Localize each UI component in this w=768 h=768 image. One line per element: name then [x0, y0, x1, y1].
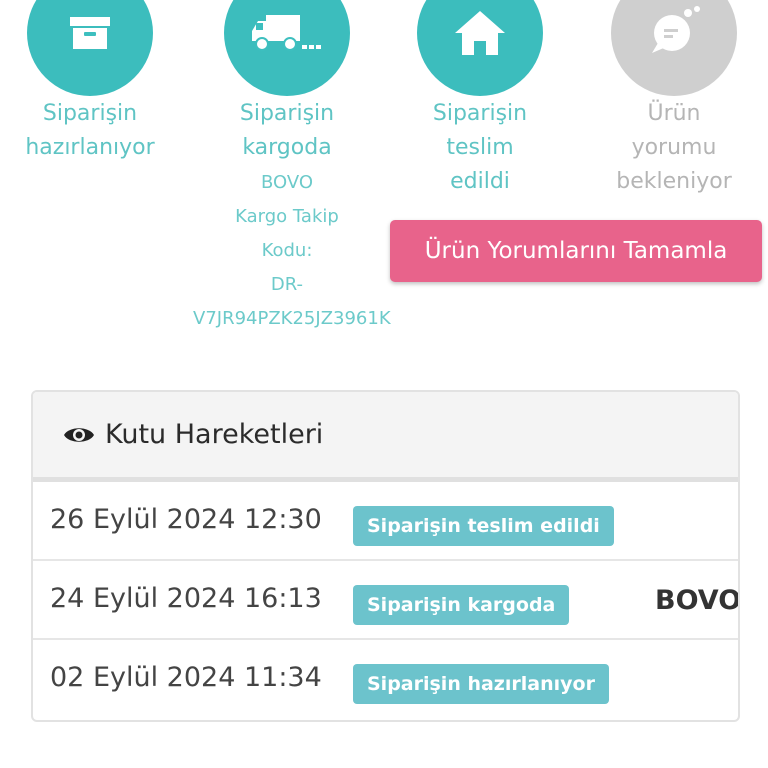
table-row: 24 Eylül 2024 16:13 Siparişin kargoda BO…: [33, 561, 738, 640]
status-badge: Siparişin kargoda: [353, 585, 570, 625]
step-awaiting-review-title: Ürün yorumu bekleniyor: [616, 101, 732, 194]
table-row: 26 Eylül 2024 12:30 Siparişin teslim edi…: [33, 482, 738, 561]
status-badge: Siparişin teslim edildi: [353, 506, 614, 546]
order-status-steps: Siparişin hazırlanıyor Siparişin kargoda…: [0, 0, 768, 340]
comment-icon: [652, 6, 700, 53]
box-movements-header: Kutu Hareketleri: [33, 392, 738, 482]
step-in-cargo-title: Siparişin kargoda: [239, 101, 335, 160]
box-icon: [70, 17, 110, 49]
cargo-company: BOVO: [260, 172, 314, 193]
step-preparing-title: Siparişin hazırlanıyor: [25, 101, 155, 160]
step-delivered-circle: [417, 0, 543, 96]
step-delivered-title: Siparişin teslim edildi: [432, 101, 528, 194]
cargo-tracking-info: BOVO Kargo Takip Kodu: DR- V7JR94PZK25JZ…: [193, 166, 391, 336]
step-awaiting-review-circle: [611, 0, 737, 96]
row-date: 26 Eylül 2024 12:30: [50, 504, 322, 535]
complete-reviews-button[interactable]: Ürün Yorumlarını Tamamla: [390, 220, 762, 282]
truck-icon: [252, 15, 321, 51]
step-in-cargo-circle: [224, 0, 350, 96]
home-icon: [455, 11, 505, 55]
table-row: 02 Eylül 2024 11:34 Siparişin hazırlanıy…: [33, 640, 738, 719]
status-badge: Siparişin hazırlanıyor: [353, 664, 609, 704]
eye-icon: [64, 427, 94, 442]
cargo-tracking-code: V7JR94PZK25JZ3961K: [193, 308, 391, 329]
box-movements-title: Kutu Hareketleri: [105, 419, 324, 450]
step-preparing-circle: [27, 0, 153, 96]
row-date: 24 Eylül 2024 16:13: [50, 583, 322, 614]
row-cargo-company: BOVO: [655, 585, 740, 616]
row-date: 02 Eylül 2024 11:34: [50, 662, 322, 693]
box-movements-panel: Kutu Hareketleri 26 Eylül 2024 12:30 Sip…: [31, 390, 740, 722]
